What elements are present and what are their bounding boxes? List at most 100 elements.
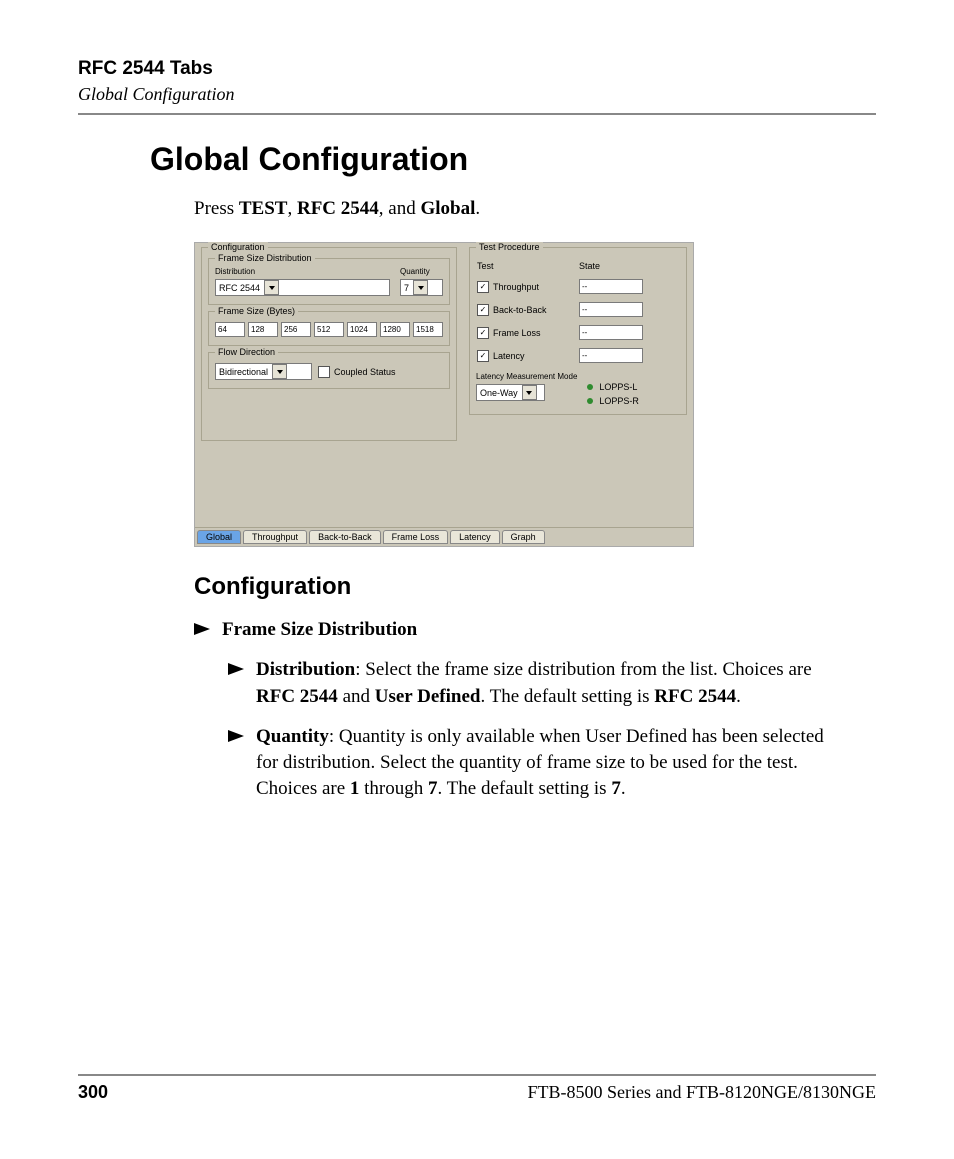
tab-latency[interactable]: Latency: [450, 530, 500, 544]
frame-size-input[interactable]: 64: [215, 322, 245, 337]
sep: ,: [287, 198, 297, 219]
led-label: LOPPS-R: [599, 396, 639, 406]
throughput-state: --: [579, 279, 643, 294]
frame-size-input[interactable]: 1280: [380, 322, 410, 337]
default-value: RFC 2544: [654, 686, 736, 707]
col-header-state: State: [578, 260, 680, 272]
frame-loss-state: --: [579, 325, 643, 340]
led-icon: [587, 384, 593, 390]
product-name: FTB-8500 Series and FTB-8120NGE/8130NGE: [528, 1082, 876, 1103]
test-name: Throughput: [493, 282, 539, 292]
footer-rule: [78, 1074, 876, 1076]
latency-checkbox[interactable]: ✓ Latency: [477, 350, 525, 362]
sep: , and: [379, 198, 421, 219]
bullet-text: Distribution: Select the frame size dist…: [256, 657, 826, 709]
text: .: [736, 686, 741, 707]
group-title-fsd: Frame Size Distribution: [215, 253, 315, 263]
intro-prefix: Press: [194, 198, 239, 219]
tab-throughput[interactable]: Throughput: [243, 530, 307, 544]
intro-text: Press TEST, RFC 2544, and Global.: [194, 196, 876, 222]
bullet-quantity: Quantity: Quantity is only available whe…: [228, 724, 826, 803]
tab-bar: Global Throughput Back-to-Back Frame Los…: [195, 527, 693, 546]
led-row: LOPPS-R: [587, 396, 639, 406]
test-name: Back-to-Back: [493, 305, 547, 315]
checkbox-icon: ✓: [477, 304, 489, 316]
page-number: 300: [78, 1082, 108, 1103]
bullet-label: Frame Size Distribution: [222, 617, 417, 643]
page-title: Global Configuration: [150, 141, 876, 178]
test-name: Frame Loss: [493, 328, 541, 338]
throughput-checkbox[interactable]: ✓ Throughput: [477, 281, 539, 293]
checkbox-icon: ✓: [477, 350, 489, 362]
tab-graph[interactable]: Graph: [502, 530, 545, 544]
text: through: [359, 778, 428, 799]
text: : Select the frame size distribution fro…: [355, 659, 811, 680]
chevron-down-icon[interactable]: [522, 385, 537, 400]
label-latency-mode: Latency Measurement Mode: [476, 372, 577, 381]
latency-state: --: [579, 348, 643, 363]
text: . The default setting is: [480, 686, 654, 707]
frame-size-input[interactable]: 256: [281, 322, 311, 337]
test-name: Latency: [493, 351, 525, 361]
group-frame-size-distribution: Frame Size Distribution Distribution RFC…: [208, 258, 450, 305]
group-title-tests: Test Procedure: [476, 242, 543, 252]
opt-user-defined: User Defined: [375, 686, 481, 707]
table-row: ✓ Frame Loss --: [476, 324, 680, 341]
checkbox-icon: ✓: [477, 281, 489, 293]
opt-rfc2544: RFC 2544: [256, 686, 338, 707]
table-row: ✓ Throughput --: [476, 278, 680, 295]
keyword-test: TEST: [239, 198, 288, 219]
group-frame-size-bytes: Frame Size (Bytes) 64 128 256 512 1024 1…: [208, 311, 450, 346]
col-header-test: Test: [476, 260, 578, 272]
section-title-configuration: Configuration: [194, 573, 876, 601]
breadcrumb: Global Configuration: [78, 84, 876, 105]
default-value: 7: [611, 778, 621, 799]
term-distribution: Distribution: [256, 659, 355, 680]
quantity-value: 7: [404, 283, 409, 293]
label-distribution: Distribution: [215, 267, 390, 276]
arrow-icon: [228, 730, 244, 742]
group-configuration: Configuration Frame Size Distribution Di…: [201, 247, 457, 441]
text: . The default setting is: [438, 778, 612, 799]
frame-loss-checkbox[interactable]: ✓ Frame Loss: [477, 327, 541, 339]
frame-size-input[interactable]: 1518: [413, 322, 443, 337]
group-title-configuration: Configuration: [208, 242, 268, 252]
frame-size-input[interactable]: 1024: [347, 322, 377, 337]
latency-mode-select[interactable]: One-Way: [476, 384, 545, 401]
running-head-title: RFC 2544 Tabs: [78, 58, 876, 80]
checkbox-icon: [318, 366, 330, 378]
distribution-value: RFC 2544: [219, 283, 260, 293]
label-quantity: Quantity: [400, 267, 443, 276]
bullet-text: Quantity: Quantity is only available whe…: [256, 724, 826, 803]
term-quantity: Quantity: [256, 726, 329, 747]
group-test-procedure: Test Procedure Test State ✓Throughput --…: [469, 247, 687, 415]
coupled-status-checkbox[interactable]: Coupled Status: [318, 366, 396, 378]
flow-direction-value: Bidirectional: [219, 367, 268, 377]
group-flow-direction: Flow Direction Bidirectional Coupled Sta…: [208, 352, 450, 389]
qty-max: 7: [428, 778, 438, 799]
keyword-global: Global: [420, 198, 475, 219]
checkbox-icon: ✓: [477, 327, 489, 339]
frame-size-input[interactable]: 512: [314, 322, 344, 337]
tab-global[interactable]: Global: [197, 530, 241, 544]
quantity-select[interactable]: 7: [400, 279, 443, 296]
led-row: LOPPS-L: [587, 382, 639, 392]
text: and: [338, 686, 375, 707]
tab-frame-loss[interactable]: Frame Loss: [383, 530, 449, 544]
coupled-status-label: Coupled Status: [334, 367, 396, 377]
back-to-back-checkbox[interactable]: ✓ Back-to-Back: [477, 304, 547, 316]
chevron-down-icon[interactable]: [413, 280, 428, 295]
intro-suffix: .: [475, 198, 480, 219]
text: .: [621, 778, 626, 799]
tab-back-to-back[interactable]: Back-to-Back: [309, 530, 381, 544]
latency-mode-value: One-Way: [480, 388, 518, 398]
bullet-frame-size-distribution: Frame Size Distribution: [194, 617, 876, 643]
qty-min: 1: [350, 778, 360, 799]
frame-size-input[interactable]: 128: [248, 322, 278, 337]
chevron-down-icon[interactable]: [272, 364, 287, 379]
distribution-select[interactable]: RFC 2544: [215, 279, 390, 296]
chevron-down-icon[interactable]: [264, 280, 279, 295]
arrow-icon: [228, 663, 244, 675]
flow-direction-select[interactable]: Bidirectional: [215, 363, 312, 380]
led-label: LOPPS-L: [599, 382, 637, 392]
